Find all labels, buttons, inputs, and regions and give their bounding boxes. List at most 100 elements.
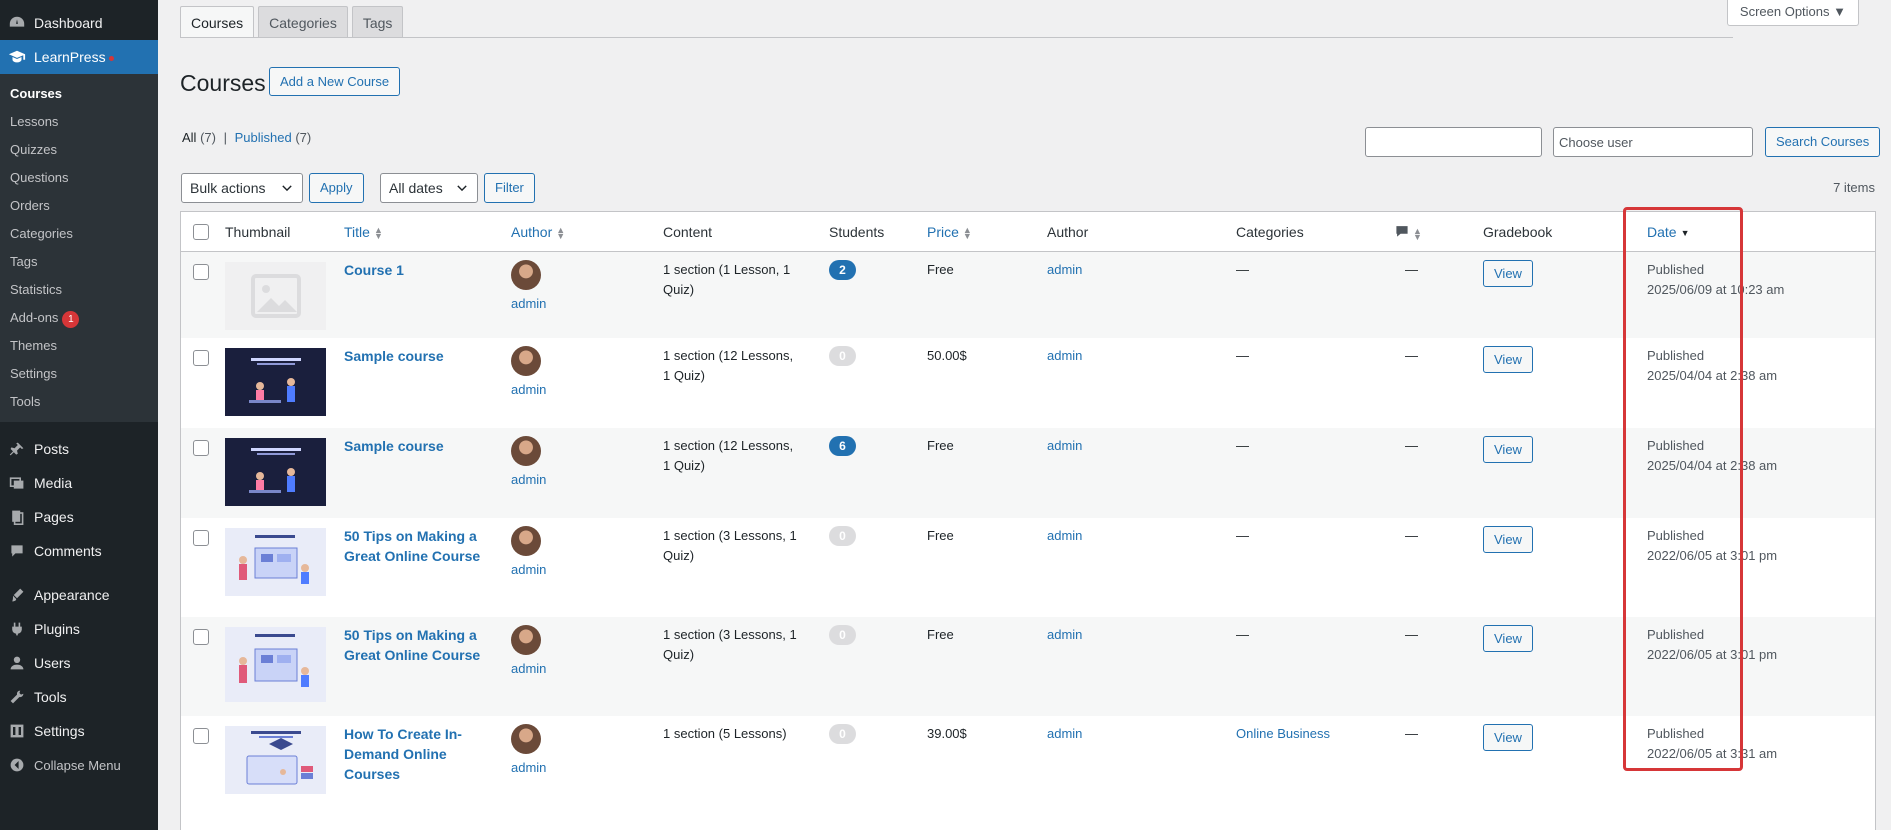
menu-dashboard[interactable]: Dashboard [0,6,158,40]
category-link[interactable]: Online Business [1236,724,1330,744]
row-checkbox[interactable] [193,350,209,366]
avatar [511,436,541,466]
gradebook-view-button[interactable]: View [1483,346,1533,373]
col-content: Content [663,224,713,240]
author-link[interactable]: admin [511,758,546,778]
categories-cell: — [1236,348,1249,363]
author-link[interactable]: admin [1047,436,1082,456]
sub-settings[interactable]: Settings [0,360,158,388]
course-thumbnail [225,528,326,596]
screen-options-button[interactable]: Screen Options ▼ [1726,0,1859,26]
row-checkbox[interactable] [193,440,209,456]
menu-plugins[interactable]: Plugins [0,612,158,646]
course-title-link[interactable]: Sample course [344,436,494,456]
sort-icon: ▲ ▼ [962,225,972,242]
row-checkbox[interactable] [193,530,209,546]
view-published-count: (7) [295,130,312,145]
author-link[interactable]: admin [1047,346,1082,366]
menu-tools[interactable]: Tools [0,680,158,714]
dates-select[interactable]: All dates [380,173,478,203]
col-date-label: Date [1647,224,1677,240]
gradebook-view-button[interactable]: View [1483,436,1533,463]
sub-categories[interactable]: Categories [0,220,158,248]
view-all-link[interactable]: All [182,130,196,145]
tab-categories[interactable]: Categories [258,6,348,38]
date-value: 2025/04/04 at 2:38 am [1647,368,1778,383]
author-link[interactable]: admin [1047,260,1082,280]
author-link[interactable]: admin [511,380,546,400]
comment-bubble-icon [1396,226,1408,237]
author-link[interactable]: admin [511,560,546,580]
gradebook-view-button[interactable]: View [1483,625,1533,652]
students-cell: 0 [829,625,856,645]
course-title-link[interactable]: 50 Tips on Making a Great Online Course [344,526,494,566]
menu-comments[interactable]: Comments [0,534,158,568]
view-filters: All (7) | Published (7) [182,130,311,145]
choose-user-select[interactable]: Choose user [1553,127,1753,157]
col-author[interactable]: Author ▲ ▼ [511,224,566,242]
author-link[interactable]: admin [511,659,546,679]
collapse-menu[interactable]: Collapse Menu [0,748,158,782]
sub-lessons[interactable]: Lessons [0,108,158,136]
menu-pages[interactable]: Pages [0,500,158,534]
items-count: 7 items [1833,180,1875,195]
add-new-course-button[interactable]: Add a New Course [269,67,401,96]
dates-label: All dates [389,180,443,196]
avatar [511,346,541,376]
menu-posts[interactable]: Posts [0,432,158,466]
content-summary: 1 section (3 Lessons, 1 Quiz) [663,528,797,563]
menu-learnpress[interactable]: LearnPress [0,40,158,74]
view-published-link[interactable]: Published [235,130,292,145]
author-link[interactable]: admin [1047,526,1082,546]
update-dot [108,55,114,61]
course-title-link[interactable]: Course 1 [344,260,494,280]
course-title-link[interactable]: 50 Tips on Making a Great Online Course [344,625,494,665]
col-gradebook: Gradebook [1483,224,1553,240]
sub-quizzes[interactable]: Quizzes [0,136,158,164]
search-courses-button[interactable]: Search Courses [1765,127,1881,157]
author-link[interactable]: admin [1047,724,1082,744]
row-checkbox[interactable] [193,264,209,280]
author-link[interactable]: admin [511,294,546,314]
apply-button[interactable]: Apply [309,173,364,203]
sub-orders[interactable]: Orders [0,192,158,220]
sub-tools[interactable]: Tools [0,388,158,416]
tab-tags[interactable]: Tags [351,6,404,38]
sub-addons[interactable]: Add-ons 1 [0,304,158,332]
author-link[interactable]: admin [511,470,546,490]
avatar [511,625,541,655]
menu-users[interactable]: Users [0,646,158,680]
sub-themes[interactable]: Themes [0,332,158,360]
course-title-link[interactable]: How To Create In-Demand Online Courses [344,724,494,784]
tab-courses[interactable]: Courses [180,6,255,38]
search-input[interactable] [1365,127,1542,157]
col-title[interactable]: Title ▲ ▼ [344,224,383,241]
author-link[interactable]: admin [1047,625,1082,645]
avatar [511,724,541,754]
select-all-checkbox[interactable] [193,224,209,240]
row-checkbox[interactable] [193,629,209,645]
gradebook-view-button[interactable]: View [1483,724,1533,751]
col-comments[interactable]: ▲ ▼ [1395,224,1422,242]
collapse-icon [8,756,26,774]
sub-statistics[interactable]: Statistics [0,276,158,304]
sub-courses[interactable]: Courses [0,80,158,108]
sub-addons-label: Add-ons [10,310,59,325]
menu-settings[interactable]: Settings [0,714,158,748]
menu-appearance[interactable]: Appearance [0,578,158,612]
col-price[interactable]: Price ▲ ▼ [927,224,972,242]
price-cell: Free [927,528,954,543]
bulk-actions-select[interactable]: Bulk actions [181,173,303,203]
filter-button[interactable]: Filter [484,173,535,203]
sub-questions[interactable]: Questions [0,164,158,192]
gradebook-view-button[interactable]: View [1483,526,1533,553]
menu-media[interactable]: Media [0,466,158,500]
sub-tags[interactable]: Tags [0,248,158,276]
col-date[interactable]: Date ▼ [1647,224,1690,240]
course-title-link[interactable]: Sample course [344,346,494,366]
students-cell: 0 [829,526,856,546]
row-checkbox[interactable] [193,728,209,744]
sort-icon: ▲ ▼ [556,225,566,242]
course-thumbnail [225,627,326,702]
gradebook-view-button[interactable]: View [1483,260,1533,287]
